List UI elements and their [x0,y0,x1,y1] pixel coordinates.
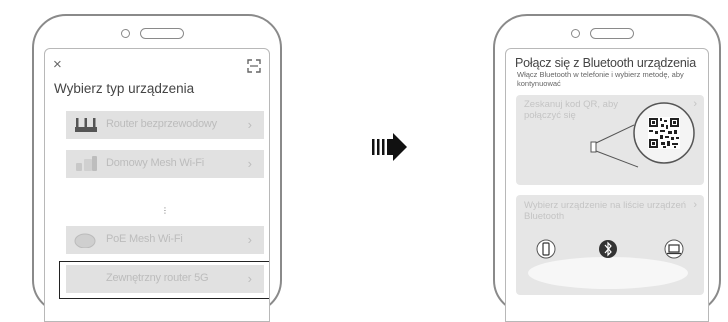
page-title: Wybierz typ urządzenia [54,81,195,96]
camera-icon [121,29,130,38]
arrow-right-icon [372,133,407,161]
left-screen: × Wybierz typ urządzenia Router bezprzew… [44,48,270,322]
page-title: Połącz się z Bluetooth urządzenia [515,56,697,70]
right-phone: Połącz się z Bluetooth urządzenia Włącz … [493,14,721,322]
chevron-right-icon: › [247,156,252,171]
right-screen: Połącz się z Bluetooth urządzenia Włącz … [505,48,709,322]
camera-icon [571,29,580,38]
scan-icon[interactable] [247,59,261,73]
device-type-router[interactable]: Router bezprzewodowy › [66,111,264,139]
device-type-label: Domowy Mesh Wi-Fi [106,157,205,169]
qr-magnifier-illustration [590,102,695,168]
speaker-icon [140,28,184,39]
router-icon [75,118,97,132]
chevron-right-icon: › [247,117,252,132]
device-type-label: Router bezprzewodowy [106,118,217,130]
selected-item-highlight [59,261,269,299]
device-type-label: PoE Mesh Wi-Fi [106,233,183,245]
bluetooth-devices-illustration [528,239,688,289]
speaker-icon [590,28,634,39]
device-type-mesh[interactable]: Domowy Mesh Wi-Fi › [66,150,264,178]
close-icon[interactable]: × [53,57,62,72]
more-items-ellipsis: ⋮ [161,206,169,215]
chevron-right-icon: › [247,232,252,247]
left-phone: × Wybierz typ urządzenia Router bezprzew… [32,14,282,322]
phone-device-icon [536,239,556,259]
page-subtitle: Włącz Bluetooth w telefonie i wybierz me… [517,70,684,88]
poe-mesh-icon [74,233,96,248]
bluetooth-icon [599,240,617,258]
device-type-poe-mesh[interactable]: PoE Mesh Wi-Fi › [66,226,264,254]
laptop-device-icon [664,239,684,259]
mesh-icon [76,156,97,171]
scan-qr-card[interactable]: Zeskanuj kod QR, aby połączyć się › [516,95,704,185]
bluetooth-device-list-card[interactable]: Wybierz urządzenie na liście urządzeń Bl… [516,195,704,295]
